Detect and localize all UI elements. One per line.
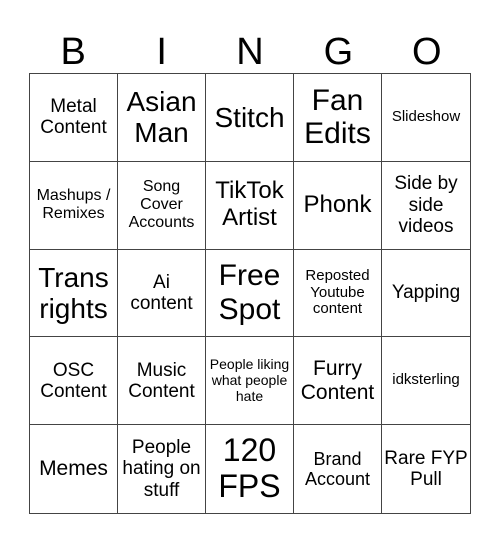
header-letter-b: B [60,31,86,73]
header-letter-o: O [412,31,442,73]
bingo-cell[interactable]: Trans rights [30,249,118,338]
bingo-header: B I N G O [29,30,471,74]
header-letter-n: N [236,31,264,73]
bingo-cell[interactable]: OSC Content [30,337,118,426]
bingo-cell[interactable]: Music Content [118,337,206,426]
bingo-cell[interactable]: Side by side videos [382,162,470,250]
bingo-cell[interactable]: Yapping [382,250,470,338]
bingo-cell[interactable]: idksterling [382,337,470,426]
header-letter-g: G [323,31,354,73]
free-spot-cell[interactable]: Free Spot [206,249,294,338]
bingo-cell[interactable]: Asian Man [118,74,206,162]
bingo-cell[interactable]: People liking what people hate [206,337,294,426]
bingo-cell[interactable]: Metal Content [30,74,118,162]
bingo-cell[interactable]: Stitch [206,74,294,162]
bingo-cell[interactable]: TikTok Artist [206,161,294,250]
bingo-cell[interactable]: 120 FPS [206,425,294,513]
bingo-cell[interactable]: Rare FYP Pull [382,425,470,513]
bingo-cell[interactable]: Slideshow [382,74,470,162]
bingo-grid: Metal Content Asian Man Stitch Fan Edits… [29,73,471,514]
bingo-cell[interactable]: Song Cover Accounts [118,161,206,250]
bingo-cell[interactable]: Mashups / Remixes [30,161,118,250]
bingo-cell[interactable]: Brand Account [294,425,382,513]
bingo-cell[interactable]: Phonk [294,161,382,250]
bingo-cell[interactable]: People hating on stuff [118,425,206,513]
bingo-cell[interactable]: Memes [30,425,118,513]
header-letter-i: I [156,31,167,73]
bingo-cell[interactable]: Fan Edits [294,74,382,162]
bingo-cell[interactable]: Reposted Youtube content [294,249,382,338]
bingo-cell[interactable]: Furry Content [294,337,382,426]
bingo-cell[interactable]: Ai content [118,249,206,338]
